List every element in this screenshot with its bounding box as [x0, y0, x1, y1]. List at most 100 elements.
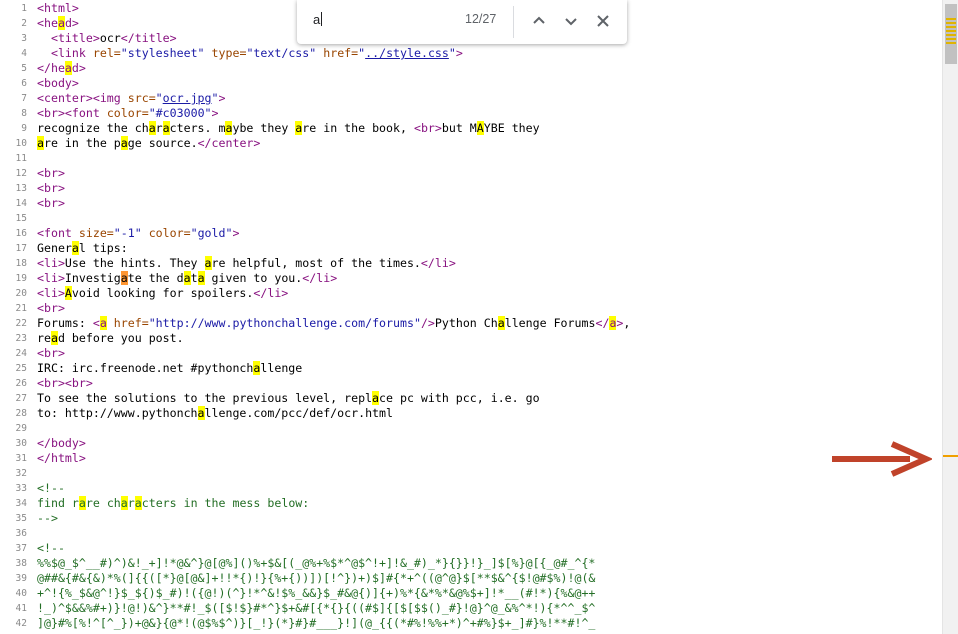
- line-number: 2: [21, 18, 27, 29]
- code-line: 9 recognize the characters. maybe they ar…: [0, 121, 942, 136]
- line-text: <br>: [37, 181, 65, 195]
- line-text: <br>: [37, 301, 65, 315]
- line-number: 34: [15, 498, 27, 509]
- line-text: <html>: [37, 1, 79, 15]
- line-number: 5: [21, 63, 27, 74]
- code-line: 15: [0, 211, 942, 226]
- line-number: 4: [21, 48, 27, 59]
- find-bar: a 12/27: [297, 0, 627, 44]
- close-icon: [597, 15, 609, 27]
- vertical-scrollbar[interactable]: [942, 0, 958, 634]
- line-text: find rare characters in the mess below:: [37, 496, 310, 510]
- line-text: +^!{%_$&@^!}$_${)$_#)!({@!)(^}!*^&!$%_&&…: [37, 586, 596, 600]
- line-text: <br><font color="#c03000">: [37, 106, 219, 120]
- line-number: 1: [21, 3, 27, 14]
- line-number: 28: [15, 408, 27, 419]
- arrow-right-icon: [832, 441, 932, 477]
- line-text: @##&{#&{&)*%(]{{([*}@[@&]+!!*{)!}{%+{))]…: [37, 571, 596, 585]
- match-marker: [946, 34, 956, 36]
- line-number: 3: [21, 33, 27, 44]
- line-text: IRC: irc.freenode.net #pythonchallenge: [37, 361, 303, 375]
- line-text: are in the page source.</center>: [37, 136, 261, 150]
- line-number: 14: [15, 198, 27, 209]
- line-number: 6: [21, 78, 27, 89]
- line-number: 27: [15, 393, 27, 404]
- line-text: ]@}#%[%!^[^_})+@&}{@*!(@$%$^)}[_!}(*}#}#…: [37, 616, 596, 630]
- find-match-count: 12/27: [465, 12, 497, 26]
- source-view: 1 <html> 2 <head> 3 <title>ocr</title> 4 <lin…: [0, 0, 942, 634]
- line-number: 35: [15, 513, 27, 524]
- match-marker-far: [943, 455, 958, 457]
- code-line: 11: [0, 151, 942, 166]
- code-line: 13 <br>: [0, 181, 942, 196]
- line-number: 37: [15, 543, 27, 554]
- line-number: 36: [15, 528, 27, 539]
- code-line: 36: [0, 526, 942, 541]
- code-line: 12 <br>: [0, 166, 942, 181]
- line-text: <link rel="stylesheet" type="text/css" h…: [50, 46, 463, 60]
- line-text: <br>: [37, 196, 65, 210]
- code-line: 33 <!--: [0, 481, 942, 496]
- next-match-button[interactable]: [560, 10, 582, 32]
- code-line: 14 <br>: [0, 196, 942, 211]
- line-text: <br><br>: [37, 376, 93, 390]
- line-number: 12: [15, 168, 27, 179]
- code-line: 4 <link rel="stylesheet" type="text/css"…: [0, 46, 942, 61]
- line-text: %%$@_$^__#)^)&!_+]!*@&^}@[@%]()%+$&[(_@%…: [37, 556, 596, 570]
- line-text: </head>: [37, 61, 86, 75]
- line-text: To see the solutions to the previous lev…: [37, 391, 540, 405]
- line-number: 20: [15, 288, 27, 299]
- match-marker: [946, 18, 956, 20]
- code-line: 10 are in the page source.</center>: [0, 136, 942, 151]
- line-number: 21: [15, 303, 27, 314]
- line-text: <li>Investigate the data given to you.</…: [37, 271, 338, 285]
- code-line: 17 General tips:: [0, 241, 942, 256]
- code-line: 18 <li>Use the hints. They are helpful, m…: [0, 256, 942, 271]
- line-number: 15: [15, 213, 27, 224]
- line-number: 29: [15, 423, 27, 434]
- code-line: 38 %%$@_$^__#)^)&!_+]!*@&^}@[@%]()%+$&[(_…: [0, 556, 942, 571]
- line-text: General tips:: [37, 241, 128, 255]
- code-line: 28 to: http://www.pythonchallenge.com/pcc…: [0, 406, 942, 421]
- line-number: 41: [15, 603, 27, 614]
- find-query: a: [313, 12, 321, 27]
- line-number: 7: [21, 93, 27, 104]
- code-line: 26 <br><br>: [0, 376, 942, 391]
- line-number: 9: [21, 123, 27, 134]
- line-text: read before you post.: [37, 331, 184, 345]
- line-text: !_)^$&&%#+)}!@!)&^}**#!_$([$!$}#*^}$+&#[…: [37, 601, 596, 615]
- code-line: 42 ]@}#%[%!^[^_})+@&}{@*!(@$%$^)}[_!}(*}#…: [0, 616, 942, 631]
- match-marker: [946, 38, 956, 40]
- line-text: recognize the characters. maybe they are…: [37, 121, 540, 135]
- code-line: 40 +^!{%_$&@^!}$_${)$_#)!({@!)(^}!*^&!$%_…: [0, 586, 942, 601]
- line-number: 10: [15, 138, 27, 149]
- code-line: 41 !_)^$&&%#+)}!@!)&^}**#!_$([$!$}#*^}$+&…: [0, 601, 942, 616]
- line-number: 19: [15, 273, 27, 284]
- code-line: 5 </head>: [0, 61, 942, 76]
- previous-match-button[interactable]: [528, 10, 550, 32]
- line-number: 25: [15, 363, 27, 374]
- line-number: 30: [15, 438, 27, 449]
- line-text: </body>: [37, 436, 86, 450]
- close-find-button[interactable]: [592, 10, 614, 32]
- code-line: 31 </html>: [0, 451, 942, 466]
- code-line: 20 <li>Avoid looking for spoilers.</li>: [0, 286, 942, 301]
- line-number: 18: [15, 258, 27, 269]
- line-text: Forums: <a href="http://www.pythonchalle…: [37, 316, 631, 330]
- line-number: 26: [15, 378, 27, 389]
- line-number: 42: [15, 618, 27, 629]
- code-line: 21 <br>: [0, 301, 942, 316]
- line-number: 40: [15, 588, 27, 599]
- line-number: 23: [15, 333, 27, 344]
- line-text: <font size="-1" color="gold">: [37, 226, 240, 240]
- code-line: 32: [0, 466, 942, 481]
- line-text: to: http://www.pythonchallenge.com/pcc/d…: [37, 406, 393, 420]
- match-marker: [946, 22, 956, 24]
- line-text: <br>: [37, 166, 65, 180]
- match-marker: [946, 42, 956, 44]
- line-text: <body>: [37, 76, 79, 90]
- line-text: </html>: [37, 451, 86, 465]
- line-number: 16: [15, 228, 27, 239]
- find-input[interactable]: a: [313, 12, 323, 27]
- chevron-up-icon: [533, 16, 545, 24]
